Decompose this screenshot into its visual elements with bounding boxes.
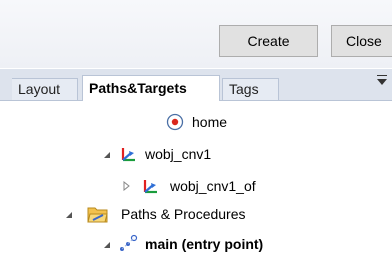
tree-item-home[interactable]: home bbox=[166, 111, 286, 133]
paths-targets-tree: home wobj_cnv1 wobj_cnv1_of Paths & Proc… bbox=[0, 100, 392, 258]
toolbar: Create Close bbox=[0, 0, 392, 68]
create-button[interactable]: Create bbox=[219, 25, 318, 57]
tab-paths-targets[interactable]: Paths&Targets bbox=[82, 75, 220, 101]
tree-item-label: wobj_cnv1_of bbox=[170, 178, 256, 194]
tab-menu-bar bbox=[377, 75, 387, 76]
tab-tags[interactable]: Tags bbox=[222, 78, 279, 100]
tree-item-label: main (entry point) bbox=[145, 236, 264, 252]
tab-strip: Layout Paths&Targets Tags bbox=[0, 69, 392, 101]
workobject-frame-icon bbox=[143, 180, 157, 194]
tree-item-wobj-cnv1[interactable]: wobj_cnv1 bbox=[104, 143, 244, 165]
tree-item-paths-procedures[interactable]: Paths & Procedures bbox=[66, 203, 286, 225]
expanded-icon[interactable] bbox=[66, 212, 72, 218]
collapsed-icon[interactable] bbox=[123, 181, 131, 191]
tab-layout[interactable]: Layout bbox=[12, 78, 78, 100]
tree-item-wobj-cnv1-of[interactable]: wobj_cnv1_of bbox=[123, 175, 283, 197]
workobject-frame-icon bbox=[121, 148, 135, 162]
tree-item-label: home bbox=[192, 114, 228, 130]
folder-icon bbox=[87, 207, 108, 223]
path-icon bbox=[120, 234, 138, 251]
tree-item-main[interactable]: main (entry point) bbox=[104, 233, 324, 255]
tree-item-label: Paths & Procedures bbox=[121, 206, 246, 222]
tree-item-label: wobj_cnv1 bbox=[145, 146, 212, 162]
expanded-icon[interactable] bbox=[104, 152, 110, 158]
close-button[interactable]: Close bbox=[331, 25, 392, 57]
target-circle-icon bbox=[166, 113, 184, 131]
expanded-icon[interactable] bbox=[104, 242, 110, 248]
tab-menu-dropdown-icon[interactable] bbox=[377, 79, 387, 85]
